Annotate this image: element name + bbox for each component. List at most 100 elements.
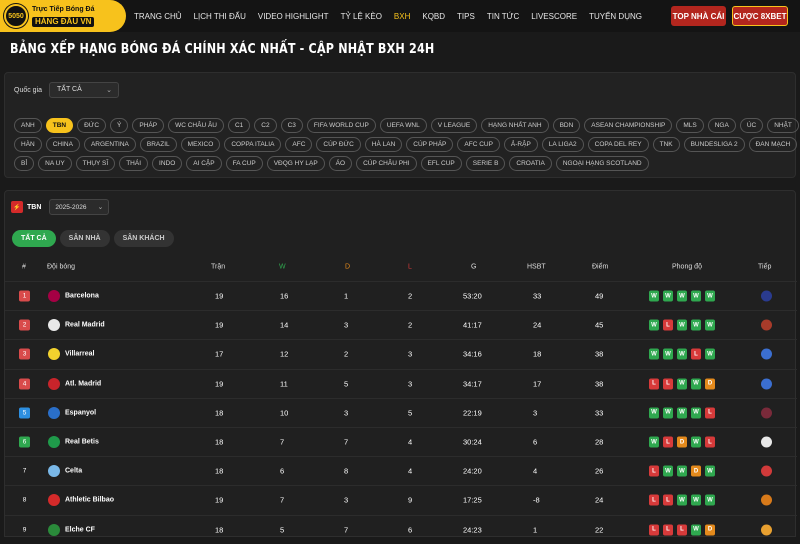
league-chip[interactable]: ÁO [328, 156, 353, 171]
league-chip[interactable]: MLS [676, 118, 704, 133]
team-name[interactable]: Real Betis [65, 439, 99, 446]
table-row[interactable]: 5 Espanyol 18 10 3 5 22:19 3 33 W W W W L [5, 397, 797, 427]
league-chip[interactable]: BRAZIL [139, 137, 177, 152]
league-chip[interactable]: BỈ [14, 156, 35, 171]
league-chip[interactable]: BUNDESLIGA 2 [683, 137, 745, 152]
league-chip[interactable]: FIFA WORLD CUP [306, 118, 376, 133]
league-chip[interactable]: CROATIA [509, 156, 552, 171]
country-select[interactable]: TẤT CẢ ⌄ [49, 82, 119, 98]
table-row[interactable]: 1 Barcelona 19 16 1 2 53:20 33 49 W W W W W [5, 281, 797, 310]
venue-tab[interactable]: TẤT CẢ [12, 230, 56, 247]
next-opponent-crest-icon[interactable] [761, 319, 772, 331]
table-row[interactable]: 6 Real Betis 18 7 7 4 30:24 6 28 W L D W L [5, 426, 797, 456]
league-chip[interactable]: C2 [254, 118, 277, 133]
league-chip[interactable]: ASEAN CHAMPIONSHIP [584, 118, 673, 133]
nav-item[interactable]: TIPS [457, 12, 475, 21]
team-name[interactable]: Elche CF [65, 526, 95, 533]
league-chip[interactable]: CÚP ĐỨC [316, 137, 361, 152]
next-opponent-crest-icon[interactable] [761, 348, 772, 360]
league-chip[interactable]: AI CẬP [186, 156, 222, 171]
site-logo[interactable]: 5050 Trực Tiếp Bóng Đá HÀNG ĐẦU VN [0, 0, 126, 32]
league-chip[interactable]: LA LIGA2 [541, 137, 584, 152]
league-chip[interactable]: AFC [285, 137, 313, 152]
table-row[interactable]: 8 Athletic Bilbao 19 7 3 9 17:25 -8 24 L L W W W [5, 485, 797, 514]
team-name[interactable]: Celta [65, 468, 82, 475]
table-row[interactable]: 3 Villarreal 17 12 2 3 34:16 18 38 W W W L W [5, 339, 797, 368]
nav-item[interactable]: TRANG CHỦ [134, 12, 182, 21]
league-chip[interactable]: TBN [45, 118, 74, 133]
team-name[interactable]: Athletic Bilbao [65, 497, 114, 504]
league-chip[interactable]: C3 [280, 118, 303, 133]
table-row[interactable]: 9 Elche CF 18 5 7 6 24:23 1 22 L L L W D [5, 514, 797, 544]
league-chip[interactable]: BDN [552, 118, 581, 133]
league-chip[interactable]: EFL CUP [420, 156, 462, 171]
team-name[interactable]: Real Madrid [65, 322, 105, 329]
nav-item[interactable]: VIDEO HIGHLIGHT [258, 12, 329, 21]
league-chip[interactable]: SERIE B [465, 156, 506, 171]
league-chip[interactable]: HÀN [14, 137, 42, 152]
season-select[interactable]: 2025-2026 ⌄ [49, 199, 110, 215]
nav-item[interactable]: LỊCH THI ĐẤU [194, 12, 246, 21]
league-chip[interactable]: THÁI [119, 156, 149, 171]
country-select-value: TẤT CẢ [57, 86, 82, 93]
nav-item[interactable]: TIN TỨC [487, 12, 519, 21]
league-chip[interactable]: VĐQG HY LẠP [266, 156, 325, 171]
team-name[interactable]: Villarreal [65, 351, 94, 358]
form-result-badge: D [691, 465, 701, 477]
table-row[interactable]: 2 Real Madrid 19 14 3 2 41:17 24 45 W L W W W [5, 310, 797, 339]
league-chip[interactable]: PHÁP [132, 118, 165, 133]
team-name[interactable]: Espanyol [65, 409, 96, 416]
league-chip[interactable]: ARGENTINA [83, 137, 136, 152]
league-chip[interactable]: C1 [227, 118, 251, 133]
league-chip[interactable]: FA CUP [225, 156, 263, 171]
top-nha-cai-button[interactable]: TOP NHÀ CÁI [671, 6, 726, 26]
table-row[interactable]: 4 Atl. Madrid 19 11 5 3 34:17 17 38 L L W W D [5, 368, 797, 398]
next-opponent-crest-icon[interactable] [761, 290, 772, 302]
team-name[interactable]: Barcelona [65, 293, 99, 300]
league-chip[interactable]: TNK [652, 137, 680, 152]
league-chip[interactable]: CÚP CHÂU PHI [356, 156, 417, 171]
next-opponent-crest-icon[interactable] [761, 465, 772, 477]
nav-item[interactable]: TUYỂN DỤNG [589, 12, 642, 21]
league-chip[interactable]: WC CHÂU ÂU [168, 118, 224, 133]
team-name[interactable]: Atl. Madrid [65, 380, 101, 387]
league-chip[interactable]: Ả-RẬP [503, 137, 538, 152]
cuoc-8xbet-button[interactable]: CƯỢC 8XBET [732, 6, 788, 26]
league-chip[interactable]: HÀ LAN [364, 137, 403, 152]
league-chip[interactable]: ĐỨC [77, 118, 107, 133]
venue-tab[interactable]: SÂN NHÀ [59, 230, 110, 247]
losses-value: 4 [408, 466, 413, 476]
league-chip[interactable]: COPA DEL REY [587, 137, 649, 152]
league-chip[interactable]: NGOẠI HẠNG SCOTLAND [555, 156, 649, 171]
venue-tab[interactable]: SÂN KHÁCH [113, 230, 174, 247]
nav-item[interactable]: TỶ LỆ KÈO [341, 12, 382, 21]
next-opponent-crest-icon[interactable] [761, 407, 772, 419]
next-opponent-crest-icon[interactable] [761, 378, 772, 390]
league-chip[interactable]: CÚP PHÁP [406, 137, 454, 152]
next-opponent-crest-icon[interactable] [761, 524, 772, 536]
league-chip[interactable]: HẠNG NHẤT ANH [481, 118, 549, 133]
league-chip[interactable]: COPPA ITALIA [224, 137, 282, 152]
goal-diff-value: 18 [533, 349, 542, 359]
league-chip[interactable]: Ý [110, 118, 129, 133]
col-points: Điểm [592, 263, 609, 271]
league-chip[interactable]: UEFA WNL [379, 118, 427, 133]
next-opponent-crest-icon[interactable] [761, 494, 772, 506]
nav-item[interactable]: LIVESCORE [531, 12, 577, 21]
league-chip[interactable]: NHẬT [767, 118, 799, 133]
league-chip[interactable]: ÚC [739, 118, 764, 133]
league-chip[interactable]: NA UY [38, 156, 72, 171]
league-chip[interactable]: INDO [152, 156, 183, 171]
league-chip[interactable]: ANH [14, 118, 42, 133]
league-chip[interactable]: NGA [707, 118, 736, 133]
league-chip[interactable]: V LEAGUE [430, 118, 478, 133]
league-chip[interactable]: MEXICO [180, 137, 221, 152]
league-chip[interactable]: CHINA [45, 137, 80, 152]
next-opponent-crest-icon[interactable] [761, 436, 772, 448]
league-chip[interactable]: AFC CUP [457, 137, 500, 152]
league-chip[interactable]: THỤY SĨ [75, 156, 116, 171]
league-chip[interactable]: ĐAN MẠCH [748, 137, 798, 152]
table-row[interactable]: 7 Celta 18 6 8 4 24:20 4 26 L W W D W [5, 456, 797, 485]
nav-item[interactable]: KQBD [422, 12, 445, 21]
nav-item[interactable]: BXH [394, 12, 410, 21]
